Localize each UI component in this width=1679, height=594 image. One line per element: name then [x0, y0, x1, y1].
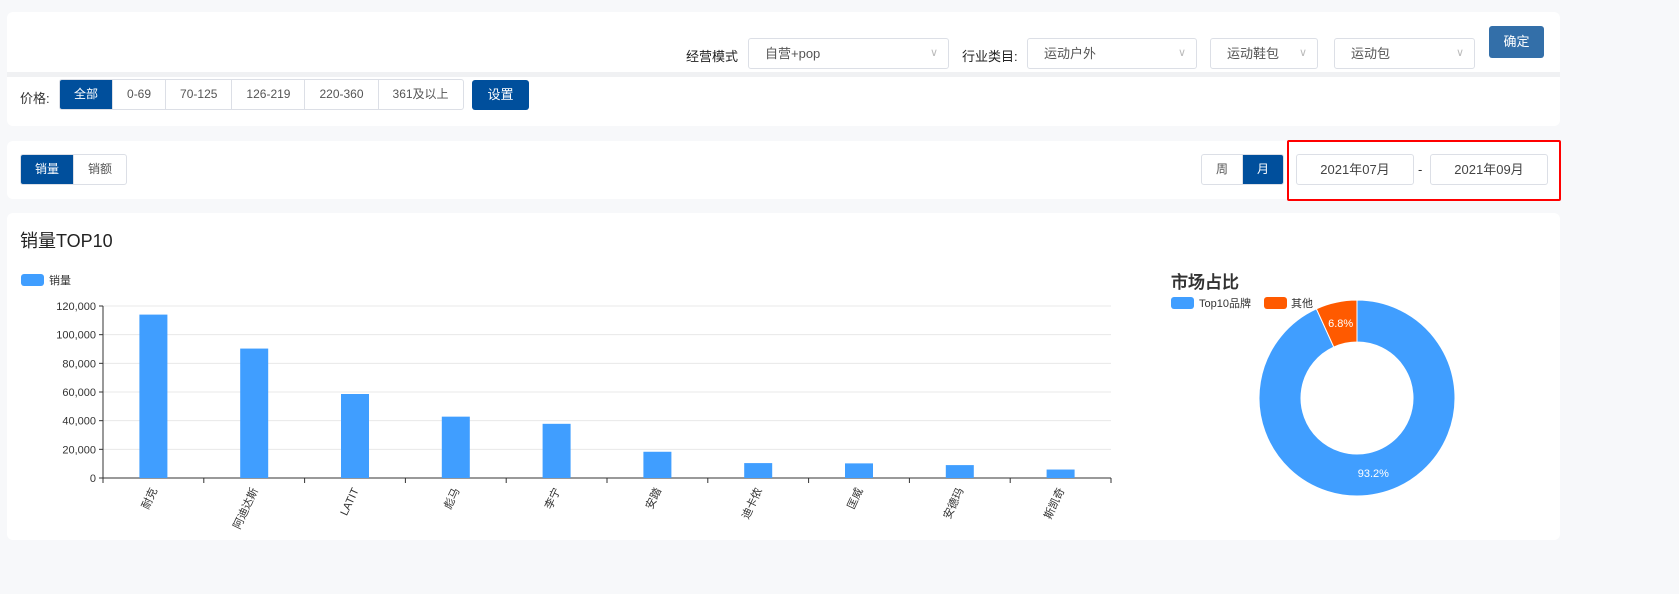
legend-label: 销量 — [49, 273, 71, 287]
x-tick-label: 耐克 — [139, 486, 160, 511]
bar — [744, 463, 773, 478]
x-tick-label: LATIT — [339, 486, 362, 518]
x-tick-label: 匡威 — [845, 486, 866, 511]
y-tick-label: 120,000 — [56, 301, 96, 313]
y-tick-label: 60,000 — [62, 387, 96, 399]
x-tick-label: 阿迪达斯 — [231, 486, 261, 531]
legend-label: Top10品牌 — [1199, 296, 1251, 310]
y-tick-label: 0 — [90, 473, 96, 485]
bar — [341, 394, 369, 478]
legend-swatch — [21, 274, 44, 286]
bar — [139, 314, 168, 478]
pie-label: 93.2% — [1358, 468, 1389, 480]
bar — [945, 465, 974, 478]
charts-svg: 销量 0 20,000 40,000 60,000 80,000 100,000 120,00… — [21, 272, 1456, 531]
x-tick-label: 安踏 — [642, 485, 664, 511]
bar — [441, 416, 470, 478]
bar — [542, 423, 571, 478]
bar — [1046, 469, 1075, 478]
x-tick-label: 斯凯奇 — [1042, 486, 1068, 521]
y-tick-label: 20,000 — [62, 444, 96, 456]
bar — [240, 348, 269, 478]
bar — [643, 451, 672, 478]
y-tick-label: 100,000 — [56, 330, 96, 342]
pie-title: 市场占比 — [1171, 272, 1239, 292]
legend-swatch — [1171, 297, 1194, 309]
x-tick-label: 迪卡侬 — [739, 486, 765, 521]
y-tick-label: 40,000 — [62, 416, 96, 428]
x-tick-label: 李宁 — [541, 485, 563, 511]
legend-label: 其他 — [1291, 297, 1313, 310]
x-tick-label: 彪马 — [441, 486, 462, 511]
x-tick-label: 安德玛 — [940, 485, 967, 521]
bar — [845, 463, 873, 478]
legend-swatch — [1264, 297, 1287, 309]
pie-label: 6.8% — [1328, 318, 1353, 330]
y-tick-label: 80,000 — [62, 358, 96, 370]
